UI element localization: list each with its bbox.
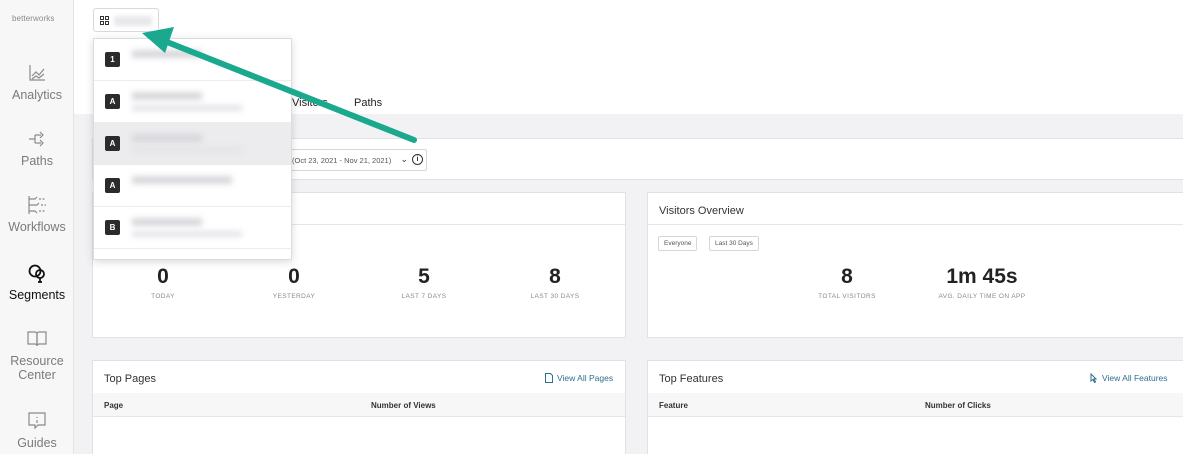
redacted-app-name [132, 218, 202, 226]
sidebar-item-segments[interactable]: Segments [0, 262, 74, 302]
dropdown-item[interactable]: A [94, 165, 291, 207]
app-selector-button[interactable] [93, 8, 159, 32]
grid-icon [100, 16, 109, 25]
metric-value: 8 [841, 265, 853, 288]
segments-icon [28, 264, 45, 283]
sidebar-item-label: Paths [21, 154, 53, 168]
cursor-icon [1090, 372, 1098, 384]
metric-label: AVG. DAILY TIME ON APP [938, 293, 1026, 300]
metric-today: 0 TODAY [93, 265, 233, 300]
sidebar-item-resource-center[interactable]: Resource Center [0, 328, 74, 382]
metric-label: LAST 7 DAYS [401, 293, 447, 300]
metric-value: 8 [549, 265, 561, 288]
column-header-page[interactable]: Page [104, 401, 123, 410]
sidebar-item-label: Segments [8, 288, 66, 302]
brand-logo: betterworks [12, 14, 55, 23]
dropdown-item[interactable]: A [94, 123, 291, 165]
redacted-app-name [132, 92, 202, 100]
metric-value: 5 [418, 265, 430, 288]
dropdown-item[interactable]: A [94, 81, 291, 123]
app-badge: A [105, 94, 120, 109]
workflows-icon [28, 196, 46, 214]
app-selector-dropdown: 1 A A A B [93, 38, 292, 260]
paths-icon [29, 131, 44, 147]
line-chart-icon [29, 65, 45, 81]
dropdown-item[interactable] [94, 249, 291, 259]
segment-pill[interactable]: Everyone [658, 236, 698, 251]
metric-label: TODAY [151, 293, 175, 300]
redacted-app-name [114, 16, 152, 26]
document-icon [545, 373, 553, 383]
date-range-value: (Oct 23, 2021 - Nov 21, 2021) [292, 156, 392, 165]
view-all-label: View All Features [1102, 373, 1168, 383]
tab-visitors[interactable]: Visitors [292, 97, 328, 109]
view-all-pages-link[interactable]: View All Pages [545, 373, 613, 383]
chevron-down-icon: ⌄ [400, 154, 408, 164]
metric-yesterday: 0 YESTERDAY [224, 265, 364, 300]
redacted-app-detail [132, 105, 242, 111]
dropdown-item[interactable]: 1 [94, 39, 291, 81]
redacted-app-name [132, 176, 232, 184]
visitors-overview-card: Visitors Overview Everyone Last 30 Days … [647, 192, 1183, 338]
sidebar-item-guides[interactable]: Guides [0, 410, 74, 450]
metric-last-30-days: 8 LAST 30 DAYS [485, 265, 625, 300]
redacted-app-detail [132, 147, 242, 153]
date-range-select[interactable]: (Oct 23, 2021 - Nov 21, 2021) ⌄ i [287, 149, 427, 171]
dropdown-item[interactable]: B [94, 207, 291, 249]
card-title: Visitors Overview [659, 205, 744, 217]
column-header-views[interactable]: Number of Views [371, 401, 436, 410]
table-header: Page Number of Views [93, 393, 625, 417]
metric-label: TOTAL VISITORS [818, 293, 876, 300]
top-features-card: Top Features View All Features Feature N… [647, 360, 1183, 454]
guides-icon [28, 412, 46, 430]
book-icon [27, 331, 47, 347]
redacted-app-name [132, 50, 202, 58]
card-title: Top Features [659, 373, 724, 385]
metric-last-7-days: 5 LAST 7 DAYS [354, 265, 494, 300]
metric-value: 0 [288, 265, 300, 288]
card-divider [648, 224, 1183, 225]
sidebar-item-paths[interactable]: Paths [0, 128, 74, 168]
app-badge: B [105, 220, 120, 235]
redacted-app-detail [132, 231, 242, 237]
view-all-label: View All Pages [557, 373, 614, 383]
sidebar-item-analytics[interactable]: Analytics [0, 62, 74, 102]
sidebar-item-label: Analytics [11, 88, 63, 102]
redacted-app-name [132, 134, 202, 142]
metric-label: LAST 30 DAYS [530, 293, 580, 300]
info-icon[interactable]: i [412, 154, 423, 165]
metric-avg-daily-time: 1m 45s AVG. DAILY TIME ON APP [912, 265, 1052, 300]
metric-label: YESTERDAY [272, 293, 316, 300]
sidebar-item-workflows[interactable]: Workflows [0, 194, 74, 234]
table-header: Feature Number of Clicks [648, 393, 1183, 417]
metric-value: 1m 45s [946, 265, 1018, 288]
card-title: Top Pages [104, 373, 156, 385]
top-pages-card: Top Pages View All Pages Page Number of … [92, 360, 626, 454]
sidebar-item-label: Workflows [8, 220, 66, 234]
column-header-feature[interactable]: Feature [659, 401, 688, 410]
app-badge: A [105, 136, 120, 151]
column-header-clicks[interactable]: Number of Clicks [925, 401, 991, 410]
sidebar-item-label: Resource Center [10, 354, 64, 382]
tab-paths[interactable]: Paths [354, 97, 382, 109]
app-badge: 1 [105, 52, 120, 67]
metric-value: 0 [157, 265, 169, 288]
app-badge: A [105, 178, 120, 193]
date-pill[interactable]: Last 30 Days [709, 236, 759, 251]
metric-total-visitors: 8 TOTAL VISITORS [777, 265, 917, 300]
sidebar-item-label: Guides [17, 436, 57, 450]
view-all-features-link[interactable]: View All Features [1090, 372, 1168, 384]
sidebar: betterworks Analytics Paths Workflows Se… [0, 0, 74, 454]
